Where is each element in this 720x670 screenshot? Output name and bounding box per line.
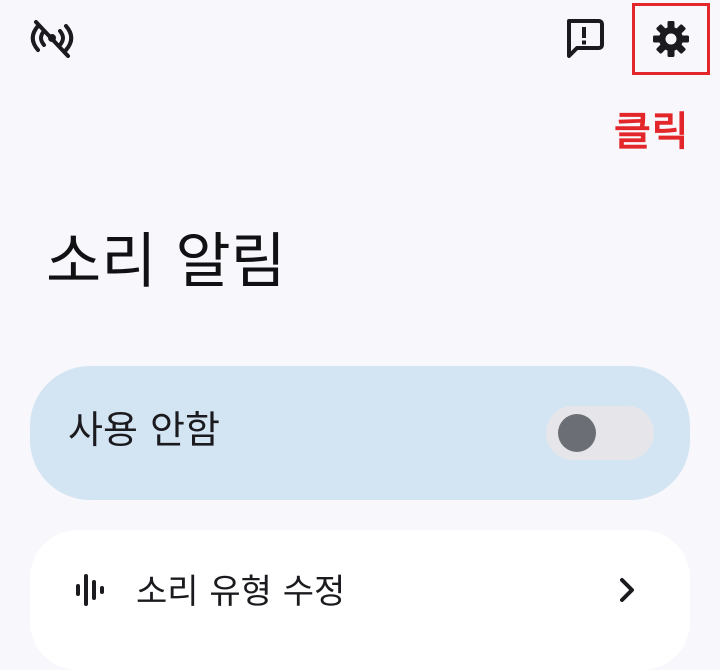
click-annotation-label: 클릭 bbox=[614, 109, 690, 155]
toggle-switch[interactable] bbox=[546, 406, 654, 460]
settings-list-card: 소리 유형 수정 bbox=[30, 530, 690, 670]
list-item-label: 소리 유형 수정 bbox=[136, 572, 346, 612]
switch-thumb bbox=[558, 414, 596, 452]
page-title: 소리 알림 bbox=[46, 227, 286, 297]
feedback-icon[interactable] bbox=[558, 14, 610, 62]
use-toggle-card[interactable]: 사용 안함 bbox=[30, 366, 690, 500]
waveform-icon bbox=[76, 574, 104, 606]
settings-button[interactable] bbox=[632, 3, 710, 75]
gear-icon bbox=[653, 21, 689, 57]
signal-off-icon[interactable] bbox=[26, 16, 78, 60]
chevron-right-icon bbox=[620, 578, 634, 602]
toggle-label: 사용 안함 bbox=[68, 408, 220, 452]
list-item-edit-sound-types[interactable]: 소리 유형 수정 bbox=[30, 560, 690, 624]
top-app-bar bbox=[0, 0, 720, 80]
